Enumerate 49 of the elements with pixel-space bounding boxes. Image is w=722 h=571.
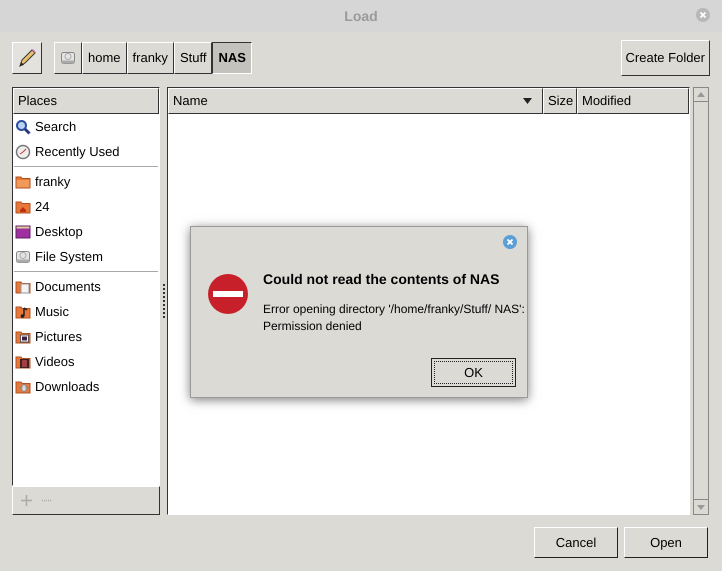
pencil-icon: [16, 47, 38, 69]
music-folder-icon: [15, 304, 31, 320]
home-folder-icon: [15, 198, 31, 214]
place-item[interactable]: 24: [13, 194, 159, 219]
place-item[interactable]: Music: [13, 299, 159, 324]
scroll-up-icon[interactable]: [697, 92, 705, 97]
place-item[interactable]: File System: [13, 244, 159, 269]
desktop-icon: [15, 224, 31, 240]
path-button[interactable]: NAS: [212, 42, 252, 74]
resize-handle[interactable]: [162, 284, 164, 318]
place-item[interactable]: Search: [13, 114, 159, 139]
place-item[interactable]: Videos: [13, 349, 159, 374]
place-item[interactable]: franky: [13, 169, 159, 194]
picture-folder-icon: [15, 328, 31, 344]
close-icon[interactable]: [696, 8, 710, 22]
column-header[interactable]: Modified: [577, 88, 689, 114]
document-folder-icon: [15, 278, 31, 294]
place-item[interactable]: Documents: [13, 274, 159, 299]
error-message: Error opening directory '/home/franky/Stuff/ NAS': Permission denied: [263, 301, 525, 335]
place-item[interactable]: Pictures: [13, 324, 159, 349]
dialog-heading: Could not read the contents of NAS: [263, 270, 500, 289]
close-icon[interactable]: [503, 235, 517, 249]
path-button[interactable]: [54, 42, 82, 74]
error-icon: [207, 273, 249, 315]
drive-icon: [60, 50, 76, 66]
column-header[interactable]: Size: [543, 88, 577, 114]
create-folder-button[interactable]: Create Folder: [620, 40, 710, 76]
path-button[interactable]: Stuff: [174, 42, 212, 74]
scrollbar[interactable]: [693, 87, 709, 515]
place-item[interactable]: Desktop: [13, 219, 159, 244]
drive-icon: [15, 248, 31, 264]
dialog-button[interactable]: Open: [624, 527, 708, 558]
download-folder-icon: [15, 378, 31, 394]
clock-icon: [15, 144, 31, 160]
film-folder-icon: [15, 354, 31, 370]
scroll-down-icon[interactable]: [697, 504, 705, 510]
window-title: Load: [344, 6, 378, 26]
search-icon: [15, 118, 31, 134]
sort-arrow-icon: [523, 98, 532, 104]
path-button[interactable]: home: [82, 42, 127, 74]
edit-location-button[interactable]: [12, 42, 42, 74]
folder-icon: [15, 174, 31, 190]
column-header[interactable]: Name: [168, 88, 543, 114]
path-button[interactable]: franky: [126, 42, 174, 74]
place-item[interactable]: Recently Used: [13, 139, 159, 164]
dialog-button[interactable]: Cancel: [534, 527, 618, 558]
column-header[interactable]: Places: [13, 88, 159, 114]
ok-button[interactable]: OK: [431, 358, 516, 387]
place-item[interactable]: Downloads: [13, 374, 159, 399]
